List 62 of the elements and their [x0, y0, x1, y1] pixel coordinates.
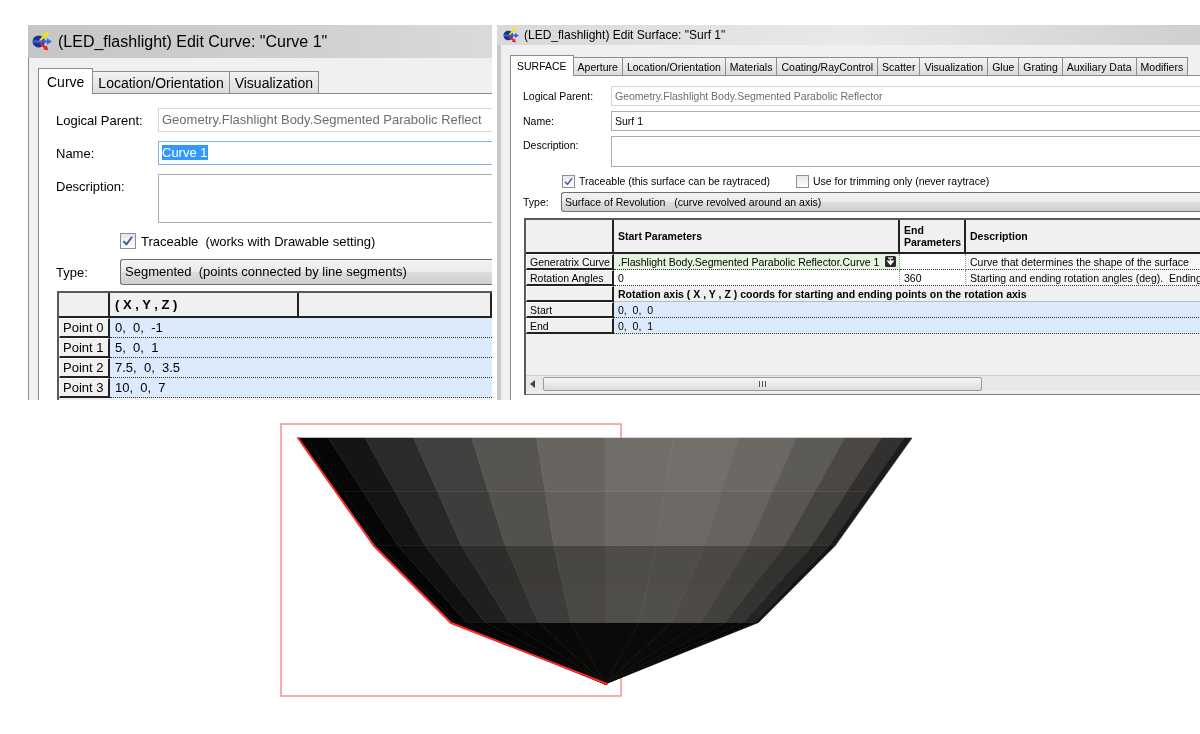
- value-cell[interactable]: 360: [900, 270, 966, 286]
- tab[interactable]: Modifiers: [1135, 57, 1189, 75]
- field-label: Type:: [56, 264, 89, 280]
- value-cell[interactable]: 0, 0, 1: [614, 318, 1200, 334]
- checkbox-label: Traceable (this surface can be raytraced): [579, 175, 771, 187]
- row-header: Start: [526, 302, 614, 318]
- row-header: Point 2: [59, 358, 110, 378]
- tab[interactable]: Visualization: [228, 71, 320, 93]
- text-field[interactable]: Surf 1: [611, 111, 1200, 131]
- window-title: (LED_flashlight) Edit Surface: "Surf 1": [524, 28, 726, 42]
- field-label: Description:: [523, 138, 580, 153]
- column-header: ( X , Y , Z ): [110, 293, 299, 318]
- arrow-down-icon[interactable]: [885, 256, 896, 267]
- field-label: Logical Parent:: [56, 112, 144, 128]
- tab[interactable]: Aperture: [572, 57, 623, 75]
- value-cell[interactable]: 0, 0, -1: [110, 318, 492, 338]
- tab[interactable]: Scatter: [877, 57, 921, 75]
- checkbox[interactable]: [120, 233, 136, 249]
- value-cell[interactable]: 0, 0, 0: [614, 302, 1200, 318]
- arrow-left-icon[interactable]: [530, 379, 535, 388]
- tab[interactable]: Visualization: [919, 57, 989, 75]
- value-cell[interactable]: 5, 0, 1: [110, 338, 492, 358]
- tab[interactable]: Location/Orientation: [92, 71, 230, 93]
- tab[interactable]: Coating/RayControl: [776, 57, 879, 75]
- scrollbar-track[interactable]: [526, 375, 1200, 391]
- tab[interactable]: Curve: [38, 68, 94, 94]
- value-cell[interactable]: 10, 0, 7: [110, 378, 492, 398]
- column-header: Start Parameters: [614, 220, 900, 254]
- value-cell[interactable]: [900, 254, 966, 270]
- scrollbar-thumb[interactable]: [543, 376, 982, 391]
- row-header: Generatrix Curve: [526, 254, 614, 270]
- field-label: Description:: [56, 178, 126, 196]
- window-title: (LED_flashlight) Edit Curve: "Curve 1": [58, 32, 328, 51]
- row-header: Point 3: [59, 378, 110, 398]
- tab[interactable]: Auxiliary Data: [1061, 57, 1137, 75]
- field-label: Name:: [523, 115, 555, 127]
- tab[interactable]: SURFACE: [510, 55, 574, 76]
- row-header: End: [526, 318, 614, 334]
- description-cell: Curve that determines the shape of the surface: [966, 254, 1200, 270]
- row-header: Rotation Angles: [526, 270, 614, 286]
- tab[interactable]: Glue: [987, 57, 1020, 75]
- checkbox-label: Traceable (works with Drawable setting): [141, 233, 376, 249]
- axes-icon: [32, 32, 52, 51]
- dropdown[interactable]: Segmented (points connected by line segments): [120, 259, 492, 285]
- dropdown[interactable]: Surface of Revolution (curve revolved around an axis): [561, 192, 1200, 212]
- checkbox[interactable]: [562, 174, 575, 188]
- axes-icon: [503, 27, 519, 43]
- grip-icon: [759, 380, 766, 387]
- row-header: Point 0: [59, 318, 110, 338]
- row-header: Point 1: [59, 338, 110, 358]
- value-cell[interactable]: .Flashlight Body.Segmented Parabolic Reflector.Curve 1: [614, 254, 900, 270]
- tab[interactable]: Materials: [724, 57, 778, 75]
- field-label: Logical Parent:: [523, 90, 595, 102]
- tab[interactable]: Grating: [1018, 57, 1063, 75]
- column-header: End Parameters: [900, 220, 966, 254]
- value-cell[interactable]: 0: [614, 270, 900, 286]
- tab[interactable]: Location/Orientation: [621, 57, 726, 75]
- checkbox[interactable]: [796, 174, 810, 188]
- value-cell[interactable]: 7.5, 0, 3.5: [110, 358, 492, 378]
- checkbox-label: Use for trimming only (never raytrace): [813, 175, 990, 187]
- field-label: Name:: [56, 145, 96, 161]
- field-label: Type:: [523, 196, 550, 208]
